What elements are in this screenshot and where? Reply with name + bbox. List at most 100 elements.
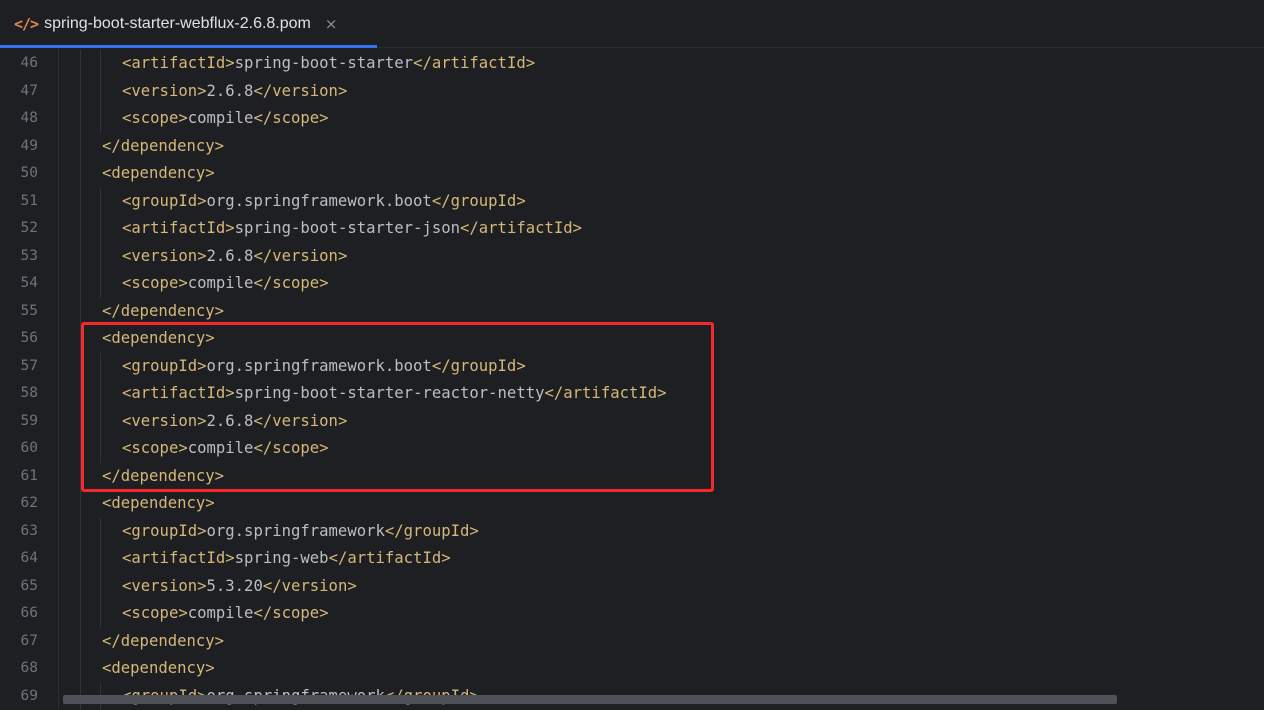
xml-open-tag: <artifactId> — [122, 219, 235, 237]
xml-text-value: spring-boot-starter-json — [234, 219, 460, 237]
xml-text-value: spring-boot-starter — [234, 54, 414, 72]
xml-open-tag: <version> — [122, 411, 207, 430]
indent-guide — [80, 490, 81, 518]
xml-close-tag: </artifactId> — [413, 54, 536, 72]
xml-open-tag: </dependency> — [102, 301, 225, 320]
code-line[interactable]: 47 <version>2.6.8</version> — [0, 77, 1264, 105]
indent-guide — [100, 270, 101, 298]
code-content: <scope>compile</scope> — [122, 270, 329, 298]
code-line[interactable]: 52 <artifactId>spring-boot-starter-json</… — [0, 215, 1264, 243]
code-content: <dependency> — [102, 325, 215, 353]
code-content: <scope>compile</scope> — [122, 105, 329, 133]
indent-guide — [80, 600, 81, 628]
code-line[interactable]: 66 <scope>compile</scope> — [0, 600, 1264, 628]
xml-close-tag: </scope> — [253, 604, 329, 622]
line-number: 61 — [20, 467, 38, 484]
ide-window: </> spring-boot-starter-webflux-2.6.8.po… — [0, 0, 1264, 710]
code-content: <version>2.6.8</version> — [122, 243, 347, 271]
code-line[interactable]: 49 </dependency> — [0, 132, 1264, 161]
indent-guide — [80, 407, 81, 435]
line-number: 60 — [20, 440, 38, 456]
xml-open-tag: <scope> — [122, 604, 188, 622]
editor-tab-bar: </> spring-boot-starter-webflux-2.6.8.po… — [0, 0, 1264, 49]
code-line[interactable]: 51 <groupId>org.springframework.boot</gro… — [0, 187, 1264, 215]
code-lines: 46 <artifactId>spring-boot-starter</artif… — [0, 50, 1264, 710]
xml-text-value: compile — [187, 439, 254, 457]
xml-close-tag: </groupId> — [431, 191, 526, 210]
xml-close-tag: </groupId> — [431, 356, 526, 375]
code-line[interactable]: 62 <dependency> — [0, 490, 1264, 518]
line-number: 65 — [20, 577, 38, 594]
code-content: <scope>compile</scope> — [122, 600, 329, 628]
code-content: <version>2.6.8</version> — [122, 408, 347, 436]
indent-guide — [80, 160, 81, 188]
xml-open-tag: <version> — [122, 246, 207, 265]
code-line[interactable]: 54 <scope>compile</scope> — [0, 270, 1264, 298]
code-line[interactable]: 64 <artifactId>spring-web</artifactId> — [0, 545, 1264, 573]
xml-open-tag: <scope> — [122, 109, 188, 127]
tab-pom-file[interactable]: </> spring-boot-starter-webflux-2.6.8.po… — [0, 0, 377, 49]
line-number: 69 — [20, 687, 38, 704]
code-line[interactable]: 63 <groupId>org.springframework</groupId> — [0, 517, 1264, 546]
xml-text-value: 2.6.8 — [206, 411, 254, 430]
code-line[interactable]: 58 <artifactId>spring-boot-starter-reacto… — [0, 380, 1264, 408]
line-number: 68 — [20, 660, 38, 676]
indent-guide — [80, 352, 81, 380]
horizontal-scrollbar[interactable] — [63, 695, 1117, 704]
code-editor[interactable]: 46 <artifactId>spring-boot-starter</artif… — [0, 48, 1264, 710]
code-content: <version>5.3.20</version> — [122, 573, 357, 601]
line-number: 55 — [20, 302, 38, 319]
xml-close-tag: </artifactId> — [328, 549, 451, 567]
indent-guide — [80, 105, 81, 133]
xml-close-tag: </artifactId> — [544, 384, 667, 402]
xml-open-tag: <version> — [122, 81, 207, 100]
xml-close-tag: </scope> — [253, 439, 329, 457]
code-content: </dependency> — [102, 133, 224, 161]
xml-text-value: 2.6.8 — [206, 81, 254, 100]
indent-guide — [80, 325, 81, 353]
xml-text-value: compile — [187, 274, 254, 292]
indent-guide — [80, 242, 81, 270]
code-content: <groupId>org.springframework.boot</group… — [122, 353, 526, 381]
indent-guide — [80, 132, 81, 160]
code-line[interactable]: 57 <groupId>org.springframework.boot</gro… — [0, 352, 1264, 381]
line-number: 52 — [20, 220, 38, 236]
line-number: 57 — [20, 357, 38, 374]
code-content: <groupId>org.springframework</groupId> — [122, 518, 479, 546]
xml-open-tag: <scope> — [122, 274, 188, 292]
indent-guide — [100, 600, 101, 628]
close-icon[interactable]: × — [325, 15, 338, 33]
indent-guide — [80, 655, 81, 683]
code-line[interactable]: 61 </dependency> — [0, 462, 1264, 490]
code-content: <dependency> — [102, 160, 215, 188]
indent-guide — [100, 435, 101, 463]
code-content: <dependency> — [102, 655, 215, 683]
code-line[interactable]: 56 <dependency> — [0, 325, 1264, 353]
code-line[interactable]: 60 <scope>compile</scope> — [0, 435, 1264, 463]
xml-text-value: 2.6.8 — [206, 246, 254, 265]
code-line[interactable]: 46 <artifactId>spring-boot-starter</artif… — [0, 50, 1264, 78]
xml-open-tag: <groupId> — [122, 521, 207, 540]
indent-guide — [80, 627, 81, 655]
code-line[interactable]: 59 <version>2.6.8</version> — [0, 407, 1264, 436]
code-content: </dependency> — [102, 298, 224, 326]
code-line[interactable]: 68 <dependency> — [0, 655, 1264, 683]
code-line[interactable]: 53 <version>2.6.8</version> — [0, 242, 1264, 271]
code-line[interactable]: 67 </dependency> — [0, 627, 1264, 655]
indent-guide — [80, 50, 81, 78]
code-line[interactable]: 55 </dependency> — [0, 297, 1264, 326]
indent-guide — [80, 77, 81, 105]
xml-text-value: spring-web — [234, 549, 329, 567]
xml-open-tag: </dependency> — [102, 136, 225, 155]
code-line[interactable]: 50 <dependency> — [0, 160, 1264, 188]
indent-guide — [100, 352, 101, 380]
indent-guide — [80, 545, 81, 573]
code-content: <dependency> — [102, 490, 215, 518]
xml-open-tag: <dependency> — [102, 659, 215, 677]
code-line[interactable]: 48 <scope>compile</scope> — [0, 105, 1264, 133]
code-line[interactable]: 65 <version>5.3.20</version> — [0, 572, 1264, 601]
indent-guide — [80, 517, 81, 545]
indent-guide — [100, 187, 101, 215]
line-number: 54 — [20, 275, 38, 291]
line-number: 58 — [20, 385, 38, 401]
